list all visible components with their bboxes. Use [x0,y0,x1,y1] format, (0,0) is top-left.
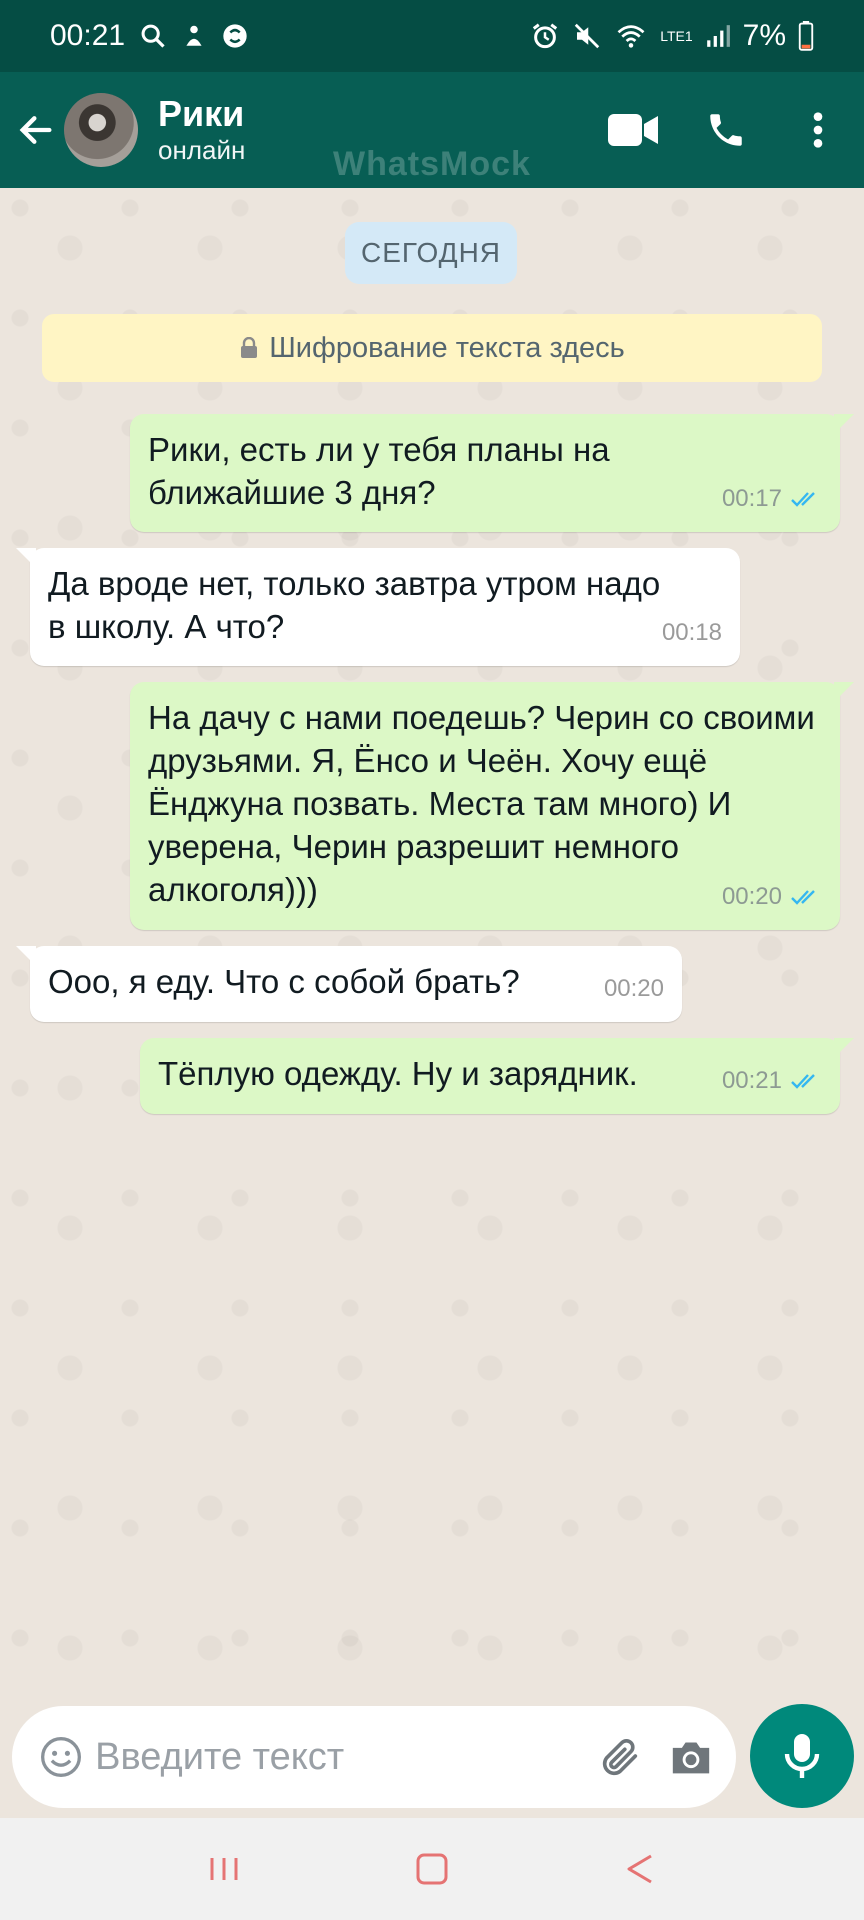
alarm-icon [533,23,558,49]
back-triangle-icon [627,1854,652,1884]
message-time: 00:18 [661,619,722,646]
microphone-icon [784,1734,820,1778]
voice-call-button[interactable] [680,72,772,188]
message-time: 00:17 [721,485,782,512]
lock-icon [241,337,258,358]
message-time: 00:21 [721,1067,782,1094]
more-vert-icon [813,112,823,148]
message-bubble[interactable]: На дачу с нами поедешь? Черин со своими … [130,682,854,930]
search-icon [141,24,165,48]
phone-icon [710,114,742,146]
arrow-left-icon [19,116,52,144]
chat-area[interactable]: СЕГОДНЯ Шифрование текста здесь Рики, ес… [0,188,864,1708]
contact-status: онлайн [158,135,246,165]
watermark: WhatsMock [333,145,531,183]
avatar[interactable] [64,93,138,167]
paperclip-icon [602,1739,637,1776]
network-type: LTE1 [660,28,693,44]
more-options-button[interactable] [772,72,864,188]
encryption-notice[interactable]: Шифрование текста здесь [42,314,822,382]
status-time: 00:21 [50,19,126,52]
message-bubble[interactable]: Ооо, я еду. Что с собой брать? 00:20 [16,946,682,1022]
battery-percent: 7% [742,19,786,52]
message-text: Ооо, я еду. Что с собой брать? [48,963,520,1000]
message-text: Да вроде нет, только завтра утром надо в… [48,565,661,645]
contact-info[interactable]: Рики онлайн [158,94,245,166]
message-time: 00:20 [721,883,782,910]
emoji-icon [40,1737,81,1777]
emoji-button[interactable] [26,1706,95,1808]
wifi-icon [617,25,645,48]
camera-icon [672,1742,709,1774]
message-text: Рики, есть ли у тебя планы на ближайшие … [148,431,610,511]
message-composer [12,1706,736,1808]
message-bubble[interactable]: Тёплую одежду. Ну и зарядник. 00:21 [140,1038,854,1114]
double-check-icon [791,889,815,905]
microphone-button[interactable] [750,1704,854,1808]
notification-icon [186,25,202,46]
home-button[interactable] [392,1829,472,1909]
double-check-icon [791,491,815,507]
back-button[interactable] [0,72,72,188]
encryption-text: Шифрование текста здесь [269,331,625,364]
double-check-icon [791,1073,815,1089]
video-call-button[interactable] [588,72,680,188]
contact-name: Рики [158,93,245,134]
status-bar: 00:21 LTE1 7% [0,0,864,72]
date-label: СЕГОДНЯ [345,222,517,284]
video-camera-icon [608,114,658,146]
recent-apps-icon [210,1858,238,1880]
home-icon [416,1853,448,1885]
mute-icon [574,23,600,49]
signal-icon [706,25,730,47]
camera-button[interactable] [655,1706,726,1808]
recent-apps-button[interactable] [184,1829,264,1909]
attach-button[interactable] [584,1706,655,1808]
message-input[interactable] [95,1735,585,1779]
battery-icon [798,21,814,51]
message-bubble[interactable]: Да вроде нет, только завтра утром надо в… [16,548,740,666]
message-bubble[interactable]: Рики, есть ли у тебя планы на ближайшие … [130,414,854,532]
system-nav-bar [0,1818,864,1920]
message-time: 00:20 [603,975,664,1002]
sync-icon [223,24,247,48]
back-nav-button[interactable] [600,1829,680,1909]
